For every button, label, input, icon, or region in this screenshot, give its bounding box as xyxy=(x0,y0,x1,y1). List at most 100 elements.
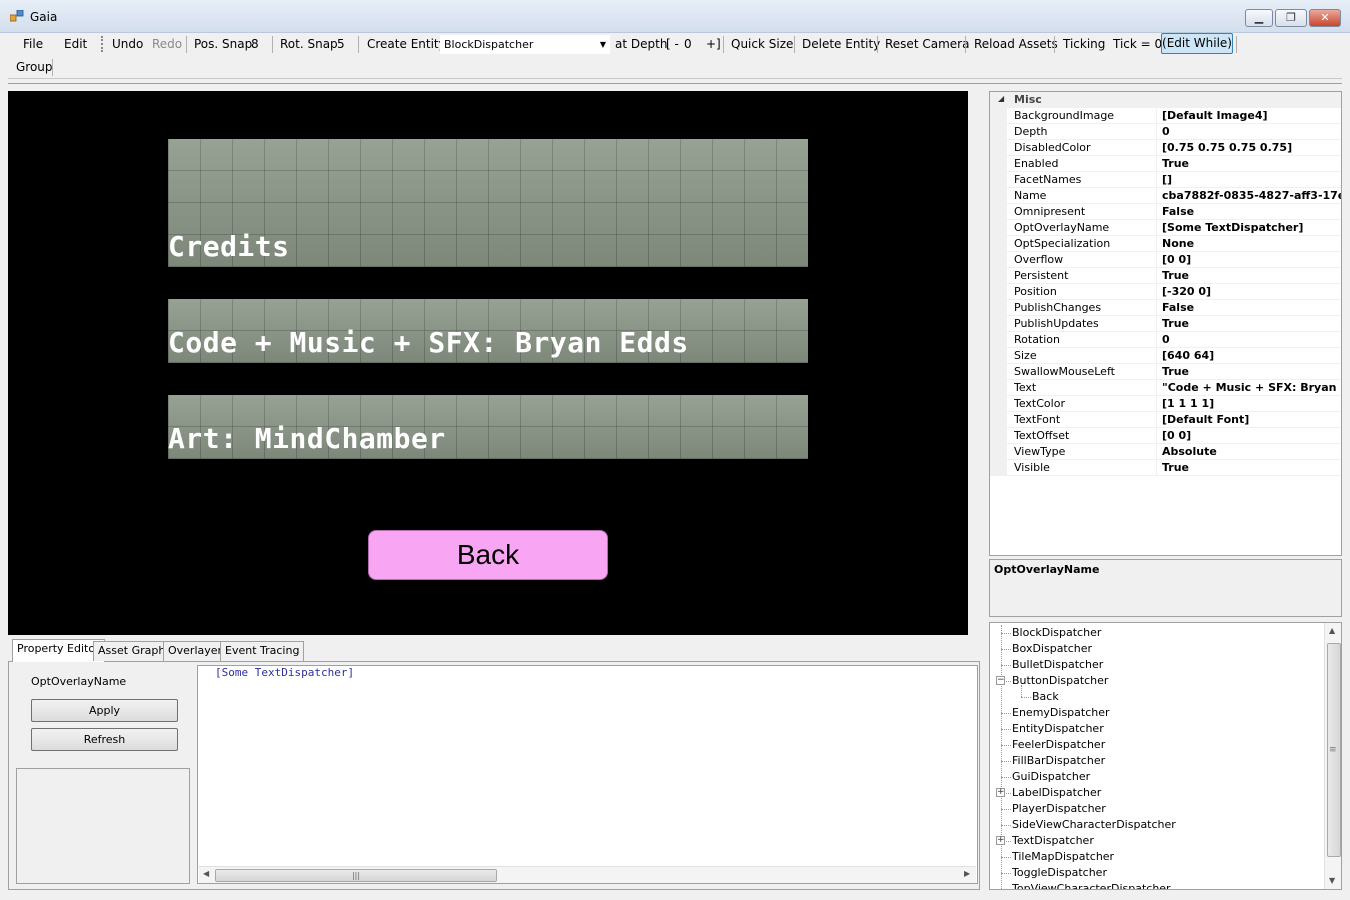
scroll-down-icon[interactable]: ▼ xyxy=(1329,876,1335,885)
entity-type-dropdown[interactable]: BlockDispatcher ▼ xyxy=(440,35,610,54)
credits-line-code-music[interactable]: Code + Music + SFX: Bryan Edds xyxy=(168,299,808,363)
scroll-up-icon[interactable]: ▲ xyxy=(1329,626,1335,635)
tree-item[interactable]: BlockDispatcher xyxy=(1012,626,1101,639)
tree-item[interactable]: FillBarDispatcher xyxy=(1012,754,1105,767)
property-row[interactable]: TextOffset [0 0] xyxy=(990,428,1341,444)
property-column-divider[interactable] xyxy=(1156,300,1157,316)
maximize-button[interactable]: ❐ xyxy=(1275,9,1307,27)
property-row[interactable]: PublishChanges False xyxy=(990,300,1341,316)
property-row[interactable]: TextFont [Default Font] xyxy=(990,412,1341,428)
property-value-editor[interactable]: [Some TextDispatcher] ◀ ||| ▶ xyxy=(197,665,978,884)
minimize-button[interactable]: ▁ xyxy=(1245,9,1273,27)
quick-size-button[interactable]: Quick Size xyxy=(731,35,793,53)
property-column-divider[interactable] xyxy=(1156,428,1157,444)
refresh-button[interactable]: Refresh xyxy=(31,728,178,751)
property-value[interactable]: [1 1 1 1] xyxy=(1162,397,1214,410)
editor-scroll-thumb[interactable]: ||| xyxy=(215,869,497,882)
rot-snap-input[interactable]: 5 xyxy=(337,35,345,53)
tree-item[interactable]: EnemyDispatcher xyxy=(1012,706,1110,719)
collapse-triangle-icon[interactable]: ◢ xyxy=(998,94,1004,103)
property-row[interactable]: TextColor [1 1 1 1] xyxy=(990,396,1341,412)
ticking-button[interactable]: Ticking xyxy=(1063,35,1105,53)
property-value[interactable]: 0 xyxy=(1162,125,1170,138)
property-row[interactable]: DisabledColor [0.75 0.75 0.75 0.75] xyxy=(990,140,1341,156)
scroll-left-icon[interactable]: ◀ xyxy=(203,869,209,878)
edit-menu[interactable]: Edit xyxy=(64,35,87,53)
property-column-divider[interactable] xyxy=(1156,236,1157,252)
property-column-divider[interactable] xyxy=(1156,188,1157,204)
group-button[interactable]: Group xyxy=(16,60,53,74)
tab-overlayer[interactable]: Overlayer xyxy=(163,641,228,661)
property-row[interactable]: SwallowMouseLeft True xyxy=(990,364,1341,380)
tab-event-tracing[interactable]: Event Tracing xyxy=(220,641,305,661)
expand-icon[interactable]: + xyxy=(996,836,1005,845)
property-value[interactable]: [Default Image4] xyxy=(1162,109,1268,122)
property-row[interactable]: PublishUpdates True xyxy=(990,316,1341,332)
reset-camera-button[interactable]: Reset Camera xyxy=(885,35,969,53)
property-grid[interactable]: ◢ Misc BackgroundImage [Default Image4] De… xyxy=(989,91,1342,556)
editor-horizontal-scrollbar[interactable]: ◀ ||| ▶ xyxy=(199,866,976,883)
property-value[interactable]: True xyxy=(1162,317,1189,330)
tree-item[interactable]: TileMapDispatcher xyxy=(1012,850,1114,863)
redo-button[interactable]: Redo xyxy=(152,35,182,53)
tree-item[interactable]: BulletDispatcher xyxy=(1012,658,1103,671)
property-row[interactable]: Name cba7882f-0835-4827-aff3-17e76 xyxy=(990,188,1341,204)
apply-button[interactable]: Apply xyxy=(31,699,178,722)
credits-line-art[interactable]: Art: MindChamber xyxy=(168,395,808,459)
tree-item[interactable]: ButtonDispatcher xyxy=(1012,674,1108,687)
property-column-divider[interactable] xyxy=(1156,140,1157,156)
property-row[interactable]: Depth 0 xyxy=(990,124,1341,140)
pos-snap-input[interactable]: 8 xyxy=(251,35,259,53)
property-row[interactable]: Visible True xyxy=(990,460,1341,476)
property-value[interactable]: None xyxy=(1162,237,1194,250)
reload-assets-button[interactable]: Reload Assets xyxy=(974,35,1058,53)
property-column-divider[interactable] xyxy=(1156,124,1157,140)
depth-decrement-button[interactable]: [ - xyxy=(666,35,679,53)
property-column-divider[interactable] xyxy=(1156,268,1157,284)
tab-property-editor[interactable]: Property Editor xyxy=(12,639,105,662)
close-button[interactable]: ✕ xyxy=(1309,9,1341,27)
property-column-divider[interactable] xyxy=(1156,252,1157,268)
tree-item[interactable]: Back xyxy=(1032,690,1059,703)
property-column-divider[interactable] xyxy=(1156,204,1157,220)
depth-increment-button[interactable]: +] xyxy=(706,35,721,53)
property-column-divider[interactable] xyxy=(1156,220,1157,236)
property-value[interactable]: [0 0] xyxy=(1162,253,1191,266)
property-column-divider[interactable] xyxy=(1156,156,1157,172)
edit-while-toggle[interactable]: (Edit While) xyxy=(1161,33,1233,54)
property-value[interactable]: [] xyxy=(1162,173,1172,186)
property-value[interactable]: "Code + Music + SFX: Bryan Ed xyxy=(1162,381,1341,394)
property-column-divider[interactable] xyxy=(1156,108,1157,124)
property-row[interactable]: Position [-320 0] xyxy=(990,284,1341,300)
property-row[interactable]: Rotation 0 xyxy=(990,332,1341,348)
property-column-divider[interactable] xyxy=(1156,172,1157,188)
tree-item[interactable]: LabelDispatcher xyxy=(1012,786,1101,799)
property-column-divider[interactable] xyxy=(1156,316,1157,332)
tree-item[interactable]: ToggleDispatcher xyxy=(1012,866,1107,879)
tree-item[interactable]: SideViewCharacterDispatcher xyxy=(1012,818,1176,831)
expand-icon[interactable]: + xyxy=(996,788,1005,797)
tree-item[interactable]: EntityDispatcher xyxy=(1012,722,1104,735)
property-column-divider[interactable] xyxy=(1156,348,1157,364)
property-value[interactable]: True xyxy=(1162,157,1189,170)
tree-vertical-scrollbar[interactable]: ▲ ≡ ▼ xyxy=(1324,623,1341,889)
property-row[interactable]: OptSpecialization None xyxy=(990,236,1341,252)
property-row[interactable]: Omnipresent False xyxy=(990,204,1341,220)
delete-entity-button[interactable]: Delete Entity xyxy=(802,35,880,53)
property-value[interactable]: False xyxy=(1162,205,1194,218)
property-column-divider[interactable] xyxy=(1156,284,1157,300)
property-column-divider[interactable] xyxy=(1156,332,1157,348)
depth-input[interactable]: 0 xyxy=(684,35,692,53)
property-row[interactable]: Persistent True xyxy=(990,268,1341,284)
tree-item[interactable]: GuiDispatcher xyxy=(1012,770,1090,783)
tree-item[interactable]: TopViewCharacterDispatcher xyxy=(1012,882,1171,889)
property-column-divider[interactable] xyxy=(1156,412,1157,428)
property-category-misc[interactable]: ◢ Misc xyxy=(990,92,1341,108)
collapse-icon[interactable]: − xyxy=(996,676,1005,685)
property-value[interactable]: cba7882f-0835-4827-aff3-17e76 xyxy=(1162,189,1341,202)
property-value[interactable]: 0 xyxy=(1162,333,1170,346)
property-row[interactable]: ViewType Absolute xyxy=(990,444,1341,460)
property-value[interactable]: True xyxy=(1162,365,1189,378)
credits-title-block[interactable]: Credits xyxy=(168,139,808,267)
tree-item[interactable]: BoxDispatcher xyxy=(1012,642,1092,655)
